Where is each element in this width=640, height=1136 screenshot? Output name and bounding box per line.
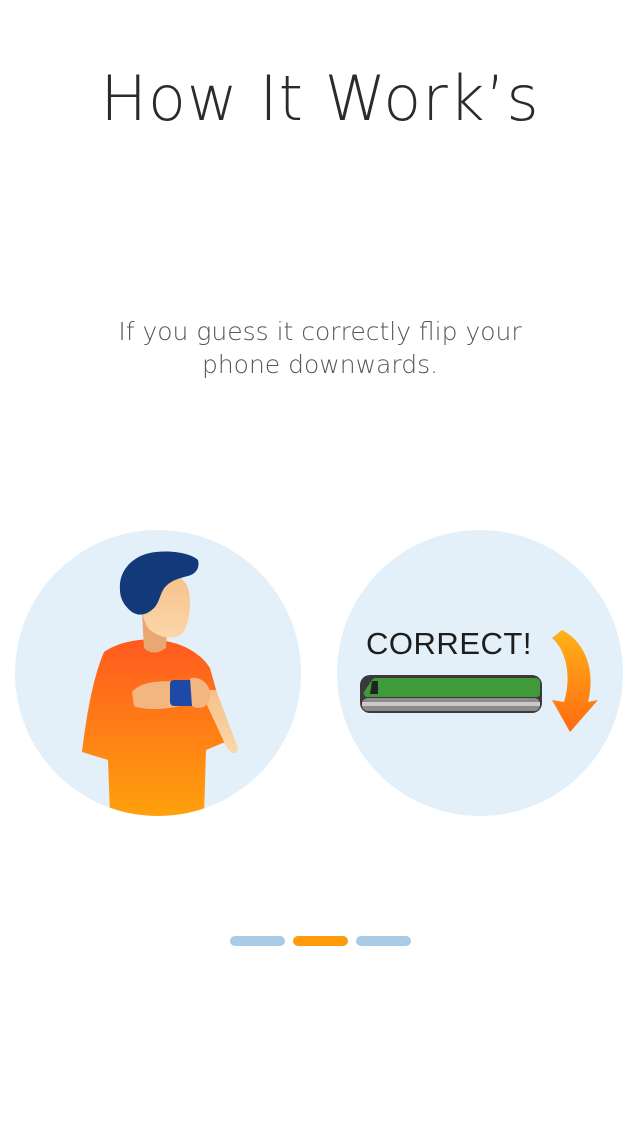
instruction-text: If you guess it correctly flip your phon… xyxy=(118,317,522,379)
phone-face-down-icon xyxy=(360,675,542,713)
correct-label: CORRECT! xyxy=(366,626,532,661)
phone-circle: CORRECT! xyxy=(337,530,623,816)
page-title: How It Work’s xyxy=(100,62,540,135)
page-dot-3[interactable] xyxy=(355,936,411,946)
flip-phone-illustration: CORRECT! xyxy=(0,530,640,820)
page-dot-2-active[interactable] xyxy=(292,936,348,946)
page-indicator xyxy=(0,936,640,946)
person-circle xyxy=(15,530,301,816)
page-dot-1[interactable] xyxy=(229,936,285,946)
